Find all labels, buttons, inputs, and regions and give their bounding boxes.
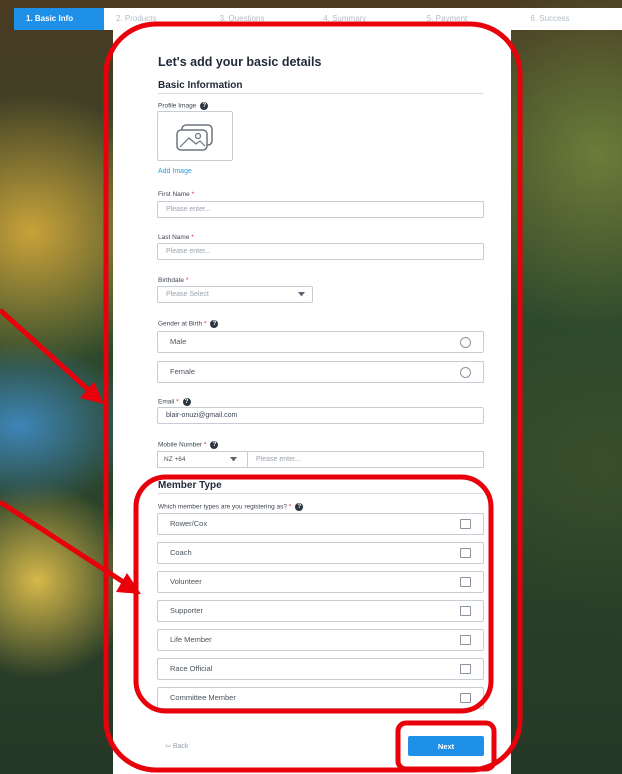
member-type-committee-member[interactable]: Committee Member bbox=[157, 687, 484, 709]
chevron-down-icon bbox=[230, 457, 237, 462]
gender-option-female[interactable]: Female bbox=[157, 361, 484, 383]
back-link[interactable]: ⇦ Back bbox=[165, 742, 188, 750]
member-type-rower-cox[interactable]: Rower/Cox bbox=[157, 513, 484, 535]
checkbox-icon[interactable] bbox=[460, 606, 471, 616]
country-code-select[interactable]: NZ +64 bbox=[157, 451, 247, 468]
basic-information-heading: Basic Information bbox=[158, 80, 483, 94]
last-name-input[interactable]: Please enter... bbox=[157, 243, 484, 260]
first-name-input[interactable]: Please enter... bbox=[157, 201, 484, 218]
help-icon[interactable]: ? bbox=[210, 441, 219, 449]
registration-form-panel: Let's add your basic details Basic Infor… bbox=[113, 30, 511, 774]
step-payment[interactable]: 5. Payment bbox=[415, 8, 519, 30]
image-placeholder-icon bbox=[176, 124, 213, 151]
checkbox-icon[interactable] bbox=[460, 577, 471, 587]
member-type-volunteer[interactable]: Volunteer bbox=[157, 571, 484, 593]
gender-label: Gender at Birth *? bbox=[158, 320, 219, 328]
checkbox-icon[interactable] bbox=[460, 664, 471, 674]
help-icon[interactable]: ? bbox=[182, 398, 191, 406]
next-button[interactable]: Next bbox=[408, 736, 484, 756]
radio-circle-icon[interactable] bbox=[460, 337, 471, 348]
mobile-number-input[interactable]: Please enter... bbox=[247, 451, 484, 468]
checkbox-icon[interactable] bbox=[460, 693, 471, 703]
email-input[interactable]: blair-onuzi@gmail.com bbox=[157, 407, 484, 424]
checkbox-icon[interactable] bbox=[460, 635, 471, 645]
chevron-down-icon bbox=[298, 292, 305, 297]
first-name-label: First Name * bbox=[158, 191, 195, 198]
member-type-supporter[interactable]: Supporter bbox=[157, 600, 484, 622]
step-summary[interactable]: 4. Summary bbox=[311, 8, 415, 30]
gender-option-male[interactable]: Male bbox=[157, 331, 484, 353]
profile-image-upload[interactable] bbox=[157, 111, 233, 161]
step-questions[interactable]: 3. Questions bbox=[208, 8, 312, 30]
last-name-label: Last Name * bbox=[158, 234, 194, 241]
member-type-race-official[interactable]: Race Official bbox=[157, 658, 484, 680]
radio-circle-icon[interactable] bbox=[460, 367, 471, 378]
profile-image-label: Profile Image? bbox=[158, 102, 209, 110]
birthdate-label: Birthdate * bbox=[158, 277, 189, 284]
page-title: Let's add your basic details bbox=[158, 55, 322, 69]
email-label: Email *? bbox=[158, 398, 191, 406]
member-type-life-member[interactable]: Life Member bbox=[157, 629, 484, 651]
help-icon[interactable]: ? bbox=[200, 102, 209, 110]
birthdate-select[interactable]: Please Select bbox=[157, 286, 313, 303]
mobile-number-label: Mobile Number *? bbox=[158, 441, 219, 449]
member-type-coach[interactable]: Coach bbox=[157, 542, 484, 564]
member-type-heading: Member Type bbox=[158, 480, 483, 494]
add-image-link[interactable]: Add Image bbox=[158, 168, 192, 175]
step-basic-info[interactable]: 1. Basic Info bbox=[14, 8, 104, 30]
step-progress-bar: 1. Basic Info 2. Products 3. Questions 4… bbox=[14, 8, 622, 30]
checkbox-icon[interactable] bbox=[460, 519, 471, 529]
member-type-question: Which member types are you registering a… bbox=[158, 503, 304, 511]
help-icon[interactable]: ? bbox=[295, 503, 304, 511]
help-icon[interactable]: ? bbox=[210, 320, 219, 328]
checkbox-icon[interactable] bbox=[460, 548, 471, 558]
arrow-left-icon: ⇦ bbox=[165, 743, 171, 750]
step-success[interactable]: 6. Success bbox=[518, 8, 622, 30]
step-products[interactable]: 2. Products bbox=[104, 8, 208, 30]
